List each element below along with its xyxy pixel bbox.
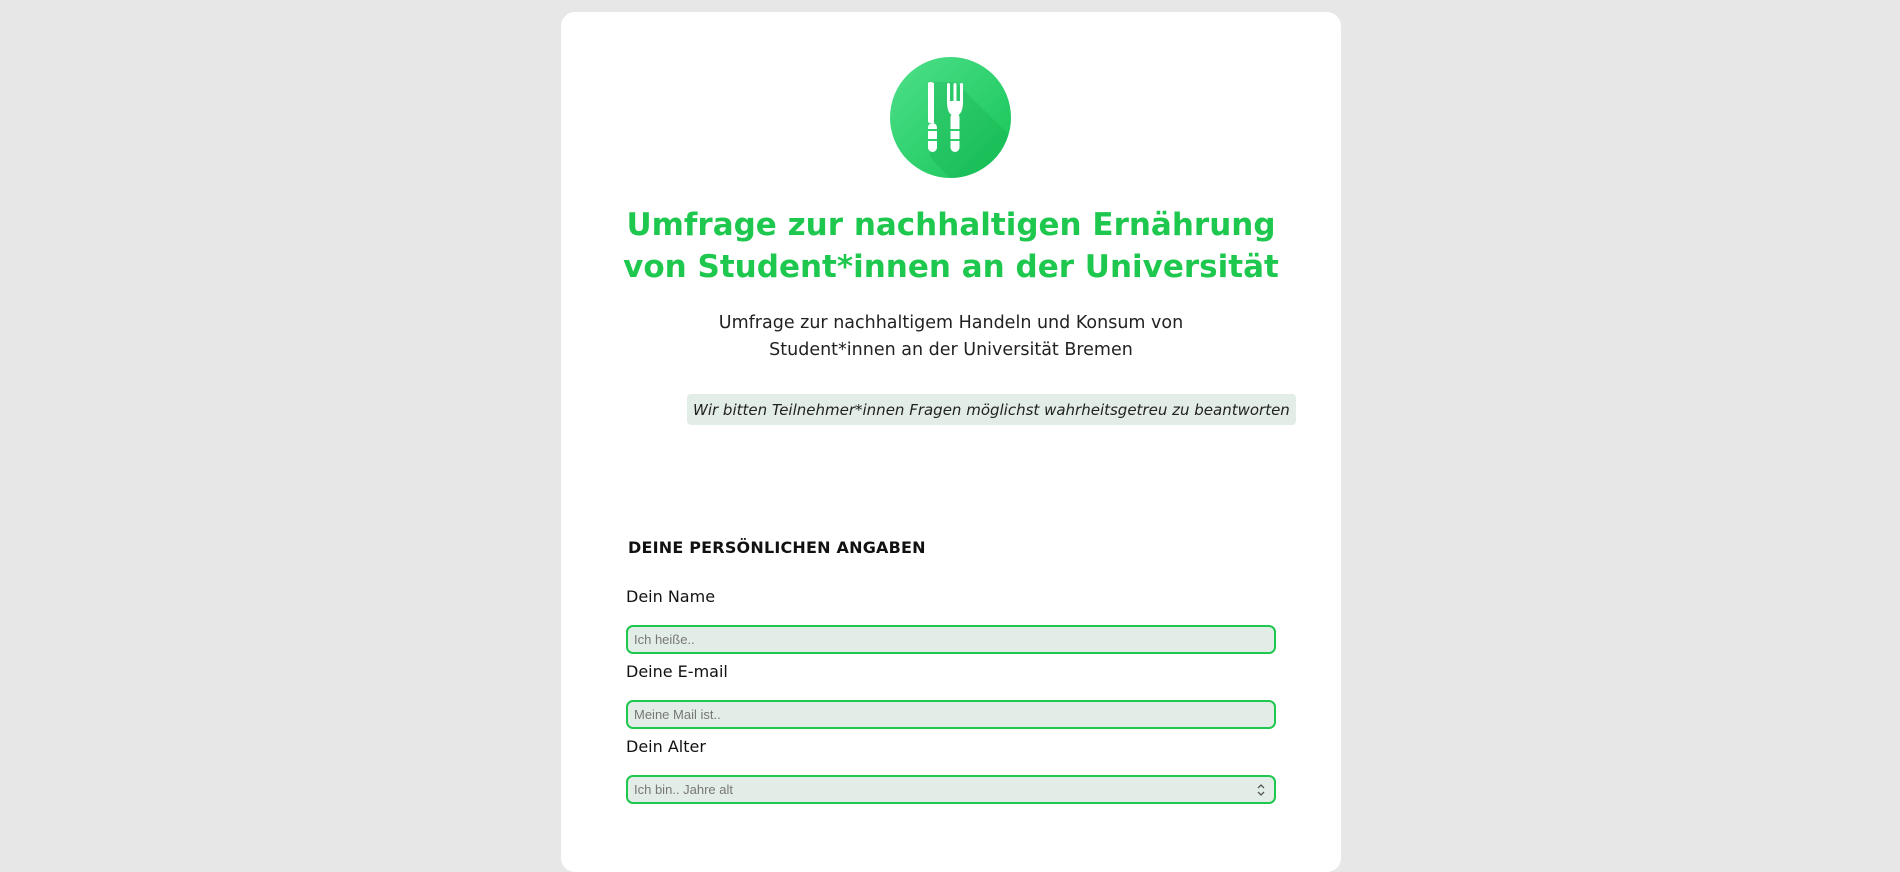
page-subtitle: Umfrage zur nachhaltigem Handeln und Kon… <box>718 313 1184 360</box>
page-title: Umfrage zur nachhaltigen Ernährung von S… <box>623 207 1279 285</box>
age-placeholder: Ich bin.. Jahre alt <box>634 782 733 797</box>
personal-section-heading: DEINE PERSÖNLICHEN ANGABEN <box>628 538 926 557</box>
name-label: Dein Name <box>626 587 716 606</box>
email-label: Deine E-mail <box>626 662 728 681</box>
number-spinner-icon[interactable] <box>1256 781 1266 799</box>
name-placeholder: Ich heiße.. <box>634 632 695 647</box>
survey-card: Umfrage zur nachhaltigen Ernährung von S… <box>561 12 1341 872</box>
age-input[interactable]: Ich bin.. Jahre alt <box>626 775 1276 804</box>
knife-fork-icon <box>890 57 1011 178</box>
email-placeholder: Meine Mail ist.. <box>634 707 721 722</box>
age-label: Dein Alter <box>626 737 706 756</box>
email-input[interactable]: Meine Mail ist.. <box>626 700 1276 729</box>
name-input[interactable]: Ich heiße.. <box>626 625 1276 654</box>
instruction-note: Wir bitten Teilnehmer*innen Fragen mögli… <box>687 394 1296 425</box>
